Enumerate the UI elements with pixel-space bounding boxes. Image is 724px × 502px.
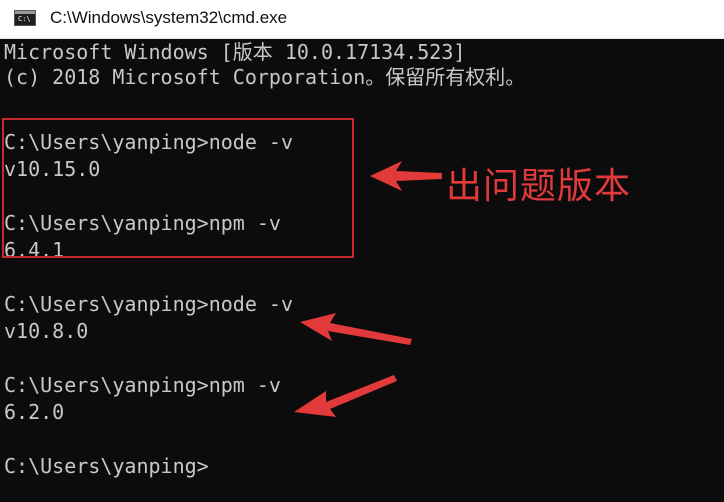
- arrow-left-icon: [294, 375, 397, 417]
- annotation-label: 出问题版本: [446, 166, 632, 207]
- cmd-window: C:\ C:\Windows\system32\cmd.exe Microsof…: [0, 0, 724, 502]
- console-line: (c) 2018 Microsoft Corporation。保留所有权利。: [4, 65, 526, 89]
- highlight-box: [2, 118, 354, 258]
- arrow-left-icon: [300, 313, 412, 345]
- window-title: C:\Windows\system32\cmd.exe: [50, 8, 288, 27]
- console-line: C:\Users\yanping>npm -v: [4, 373, 281, 397]
- console-line: 6.2.0: [4, 400, 65, 424]
- console-line: C:\Users\yanping>node -v: [4, 292, 293, 316]
- arrow-left-icon: [370, 161, 442, 191]
- console-output[interactable]: Microsoft Windows [版本 10.0.17134.523] (c…: [0, 39, 724, 502]
- cmd-icon: C:\: [14, 10, 36, 26]
- title-bar[interactable]: C:\ C:\Windows\system32\cmd.exe: [0, 0, 724, 39]
- console-line: v10.8.0: [4, 319, 89, 343]
- cmd-icon-text: C:\: [18, 15, 31, 23]
- console-line: Microsoft Windows [版本 10.0.17134.523]: [4, 40, 466, 64]
- console-prompt: C:\Users\yanping>: [4, 454, 209, 478]
- annotation-arrows: [294, 161, 442, 417]
